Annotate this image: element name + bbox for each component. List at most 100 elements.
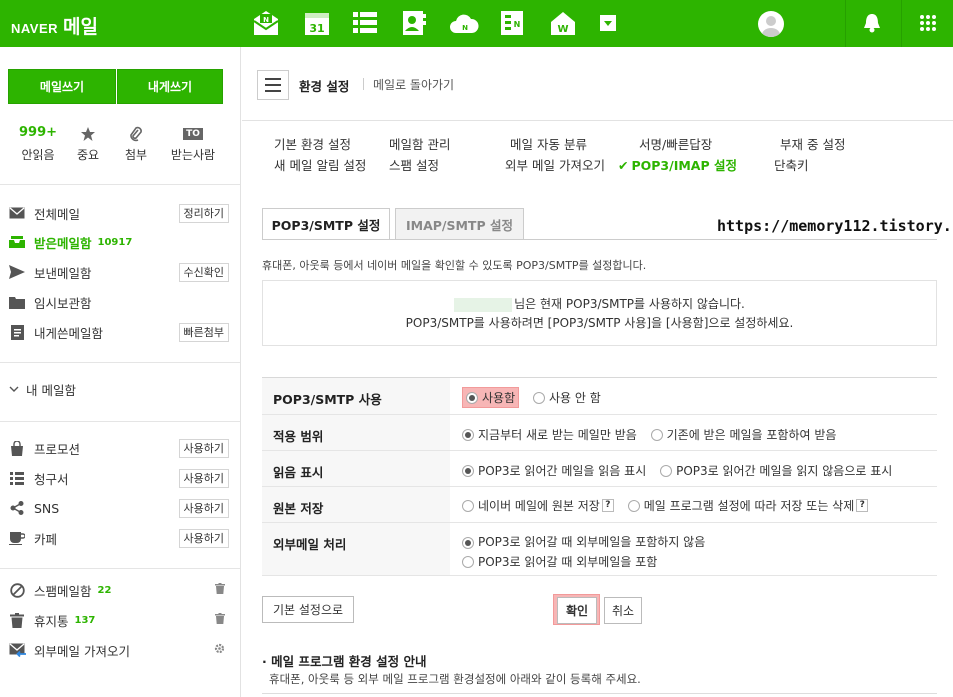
blurred-user-id: [454, 297, 513, 312]
svg-text:N: N: [462, 24, 468, 32]
submenu-pop3-label: POP3/IMAP 설정: [631, 158, 737, 173]
radio-button[interactable]: [462, 536, 474, 549]
folder-cafe[interactable]: 카페 사용하기: [8, 527, 233, 549]
reset-default-button[interactable]: 기본 설정으로: [262, 596, 354, 623]
radio-button[interactable]: [462, 556, 474, 568]
organize-button[interactable]: 정리하기: [178, 204, 229, 223]
radio-button[interactable]: [650, 428, 663, 441]
contacts-icon[interactable]: [401, 10, 427, 36]
folder-external-mail[interactable]: 외부메일 가져오기: [8, 639, 233, 661]
tab-imap-smtp[interactable]: IMAP/SMTP 설정: [395, 208, 524, 240]
submenu-shortcuts[interactable]: 단축키: [774, 155, 809, 174]
main-content: 환경 설정 메일로 돌아가기 기본 환경 설정 메일함 관리 메일 자동 분류 …: [242, 47, 953, 697]
folder-self[interactable]: 내게쓴메일함 빠른첨부: [8, 321, 233, 343]
bell-icon[interactable]: [862, 10, 882, 36]
submenu-signature[interactable]: 서명/빠른답장: [639, 134, 712, 153]
use-button[interactable]: 사용하기: [178, 529, 229, 548]
top-header: NAVER 메일 N 31 N N W: [0, 0, 953, 47]
option-label: 네이버 메일에 원본 저장: [478, 499, 600, 513]
radio-button[interactable]: [462, 428, 474, 441]
submenu-mailbox-manage[interactable]: 메일함 관리: [389, 134, 450, 153]
cancel-button[interactable]: 취소: [604, 597, 642, 624]
back-to-mail-link[interactable]: 메일로 돌아가기: [373, 76, 454, 93]
trash-icon[interactable]: [215, 583, 225, 597]
folder-sns[interactable]: SNS 사용하기: [8, 497, 233, 519]
radio-mark-read[interactable]: POP3로 읽어간 메일을 읽음 표시: [462, 462, 646, 479]
folder-bill[interactable]: 청구서 사용하기: [8, 467, 233, 489]
folder-label: 프로모션: [34, 441, 81, 457]
avatar[interactable]: [758, 11, 784, 37]
grid-menu-icon[interactable]: [918, 10, 938, 36]
my-mailbox-toggle[interactable]: 내 메일함: [8, 378, 233, 400]
write-mail-button[interactable]: 메일쓰기: [8, 69, 116, 104]
folder-label: 휴지통: [34, 613, 69, 629]
use-button[interactable]: 사용하기: [178, 439, 229, 458]
radio-button[interactable]: [466, 391, 478, 404]
quick-attach-button[interactable]: 빠른첨부: [178, 323, 229, 342]
write-to-self-button[interactable]: 내게쓰기: [117, 69, 223, 104]
radio-use[interactable]: 사용함: [462, 387, 520, 408]
folder-drafts[interactable]: 임시보관함: [8, 291, 233, 313]
submenu-pop3-imap[interactable]: ✔ POP3/IMAP 설정: [618, 155, 737, 174]
radio-include-existing[interactable]: 기존에 받은 메일을 포함하여 받음: [650, 426, 836, 443]
attachment-filter[interactable]: 첨부: [111, 125, 161, 163]
gear-icon[interactable]: [214, 643, 225, 657]
confirm-button[interactable]: 확인: [557, 597, 597, 624]
option-label: 지금부터 새로 받는 메일만 받음: [478, 428, 637, 442]
cloud-icon[interactable]: N: [449, 10, 479, 36]
use-button[interactable]: 사용하기: [178, 469, 229, 488]
help-icon[interactable]: ?: [856, 499, 869, 512]
radio-mark-unread[interactable]: POP3로 읽어간 메일을 읽지 않음으로 표시: [660, 462, 892, 479]
more-apps-dropdown-icon[interactable]: [599, 10, 617, 36]
folder-trash[interactable]: 휴지통 137: [8, 609, 233, 631]
radio-not-use[interactable]: 사용 안 함: [532, 389, 601, 406]
sidebar-divider: [0, 184, 240, 185]
calendar-icon[interactable]: 31: [304, 10, 330, 36]
trash-icon[interactable]: [215, 613, 225, 627]
share-icon: [8, 500, 26, 516]
unread-filter[interactable]: 999+ 안읽음: [13, 125, 63, 163]
folder-label: 보낸메일함: [34, 265, 92, 281]
folder-label: 카페: [34, 531, 58, 547]
radio-button[interactable]: [462, 464, 474, 477]
use-button[interactable]: 사용하기: [178, 499, 229, 518]
folder-spam[interactable]: 스팸메일함 22: [8, 579, 233, 601]
radio-button[interactable]: [462, 499, 474, 512]
guide-title: · 메일 프로그램 환경 설정 안내: [262, 654, 427, 669]
folder-promotion[interactable]: 프로모션 사용하기: [8, 437, 233, 459]
important-label: 중요: [76, 148, 100, 162]
recipient-filter[interactable]: TO 받는사람: [168, 125, 218, 163]
submenu-absence[interactable]: 부재 중 설정: [780, 134, 845, 153]
list-icon[interactable]: [352, 10, 378, 36]
help-icon[interactable]: ?: [601, 499, 614, 512]
paperclip-icon: [111, 125, 161, 143]
radio-keep-original[interactable]: 네이버 메일에 원본 저장?: [462, 497, 614, 514]
radio-exclude-external[interactable]: POP3로 읽어갈 때 외부메일을 포함하지 않음: [462, 534, 705, 551]
memo-icon[interactable]: N: [500, 10, 524, 36]
submenu-basic-settings[interactable]: 기본 환경 설정: [274, 134, 351, 153]
radio-button[interactable]: [532, 391, 545, 404]
radio-follow-client[interactable]: 메일 프로그램 설정에 따라 저장 또는 삭제?: [627, 497, 869, 514]
submenu-new-mail-alert[interactable]: 새 메일 알림 설정: [274, 155, 366, 174]
read-receipt-button[interactable]: 수신확인: [178, 263, 229, 282]
radio-button[interactable]: [660, 464, 673, 477]
radio-button[interactable]: [627, 499, 640, 512]
submenu-external-mail[interactable]: 외부 메일 가져오기: [505, 155, 605, 174]
brand-name: NAVER: [11, 21, 59, 36]
folder-inbox[interactable]: 받은메일함 10917: [8, 231, 233, 253]
important-filter[interactable]: 중요: [63, 125, 113, 163]
folder-all-mail[interactable]: 전체메일 정리하기: [8, 202, 233, 224]
radio-include-external[interactable]: POP3로 읽어갈 때 외부메일을 포함: [462, 554, 657, 571]
my-mailbox-label: 내 메일함: [26, 382, 76, 398]
submenu-spam[interactable]: 스팸 설정: [389, 155, 439, 174]
notice-line-1: 님은 현재 POP3/SMTP를 사용하지 않습니다.: [514, 297, 745, 311]
submenu-auto-sort[interactable]: 메일 자동 분류: [510, 134, 587, 153]
naver-mail-logo[interactable]: NAVER 메일: [11, 12, 98, 39]
radio-new-only[interactable]: 지금부터 새로 받는 메일만 받음: [462, 426, 637, 443]
office-icon[interactable]: W: [549, 10, 577, 36]
tab-pop3-smtp[interactable]: POP3/SMTP 설정: [262, 208, 390, 240]
mail-app-icon[interactable]: N: [252, 10, 280, 36]
hamburger-menu-icon[interactable]: [257, 70, 289, 100]
folder-sent[interactable]: 보낸메일함 수신확인: [8, 261, 233, 283]
option-label: 메일 프로그램 설정에 따라 저장 또는 삭제: [643, 499, 855, 513]
